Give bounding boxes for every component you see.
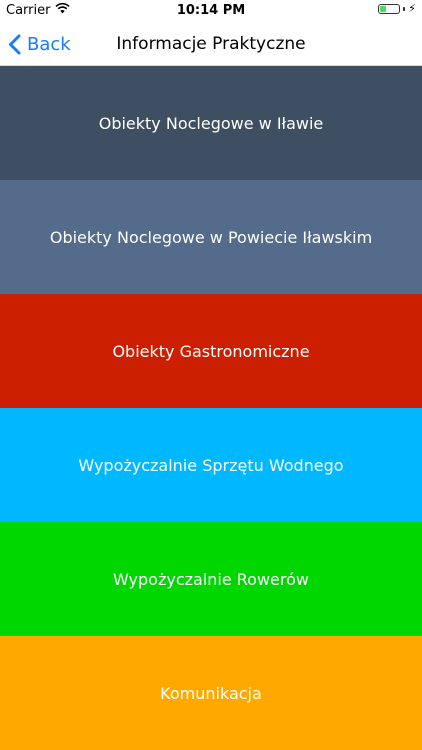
back-button-label: Back <box>27 33 71 55</box>
menu-list: Obiekty Noclegowe w Iławie Obiekty Nocle… <box>0 66 422 750</box>
menu-item-label: Obiekty Gastronomiczne <box>112 341 310 361</box>
menu-item-transport[interactable]: Komunikacja <box>0 636 422 750</box>
menu-item-label: Komunikacja <box>160 683 262 703</box>
battery-tip-icon <box>403 7 406 11</box>
status-time: 10:14 PM <box>176 3 246 18</box>
menu-item-label: Obiekty Noclegowe w Powiecie Iławskim <box>49 227 373 247</box>
status-right: ⚡ <box>378 2 416 15</box>
menu-item-bike-rental[interactable]: Wypożyczalnie Rowerów <box>0 522 422 636</box>
menu-item-gastronomy[interactable]: Obiekty Gastronomiczne <box>0 294 422 408</box>
menu-item-label: Wypożyczalnie Sprzętu Wodnego <box>78 455 344 475</box>
navigation-bar: Back Informacje Praktyczne <box>0 22 422 66</box>
chevron-left-icon <box>9 34 21 54</box>
back-button[interactable]: Back <box>8 22 71 66</box>
charging-icon: ⚡ <box>408 2 416 15</box>
menu-item-water-equipment-rental[interactable]: Wypożyczalnie Sprzętu Wodnego <box>0 408 422 522</box>
battery-icon <box>378 4 401 14</box>
battery-level <box>380 6 387 12</box>
menu-item-label: Obiekty Noclegowe w Iławie <box>98 113 324 133</box>
menu-item-accommodation-ilawa[interactable]: Obiekty Noclegowe w Iławie <box>0 66 422 180</box>
menu-item-label: Wypożyczalnie Rowerów <box>113 569 309 589</box>
menu-item-accommodation-county[interactable]: Obiekty Noclegowe w Powiecie Iławskim <box>0 180 422 294</box>
status-bar: Carrier 10:14 PM ⚡ <box>0 0 422 22</box>
